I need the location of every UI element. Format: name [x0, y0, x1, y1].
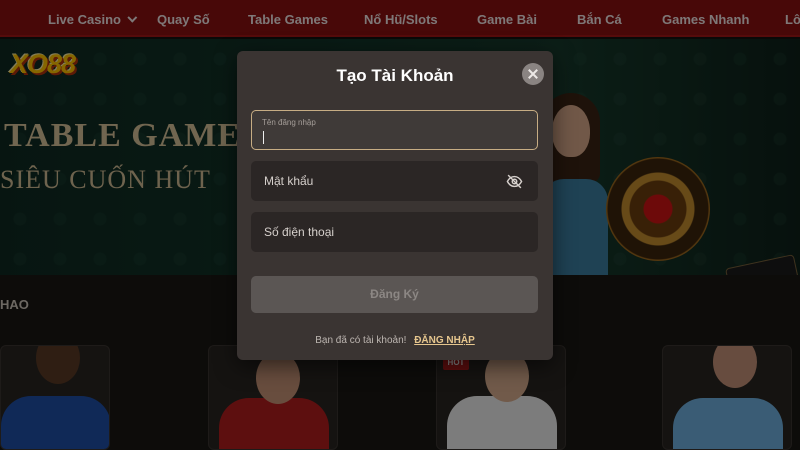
modal-title: Tạo Tài Khoản [336, 66, 454, 85]
page: Live Casino Quay Số Table Games Nổ Hũ/Sl… [0, 0, 800, 450]
phone-field[interactable]: Số điện thoại [251, 212, 538, 252]
username-field[interactable]: Tên đăng nhập [251, 110, 538, 150]
register-modal: Tạo Tài Khoản Tên đăng nhập Mật khẩu Số … [237, 51, 553, 360]
eye-off-icon[interactable] [506, 173, 523, 190]
password-field[interactable]: Mật khẩu [251, 161, 538, 201]
have-account-row: Bạn đã có tài khoản! ĐĂNG NHẬP [237, 335, 553, 346]
password-placeholder: Mật khẩu [264, 174, 314, 188]
register-button[interactable]: Đăng Ký [251, 276, 538, 313]
username-label: Tên đăng nhập [262, 118, 316, 127]
text-caret [263, 131, 264, 144]
phone-placeholder: Số điện thoại [264, 225, 335, 239]
login-link[interactable]: ĐĂNG NHẬP [414, 335, 475, 346]
have-account-text: Bạn đã có tài khoản! [315, 335, 407, 346]
close-icon[interactable] [522, 63, 544, 85]
